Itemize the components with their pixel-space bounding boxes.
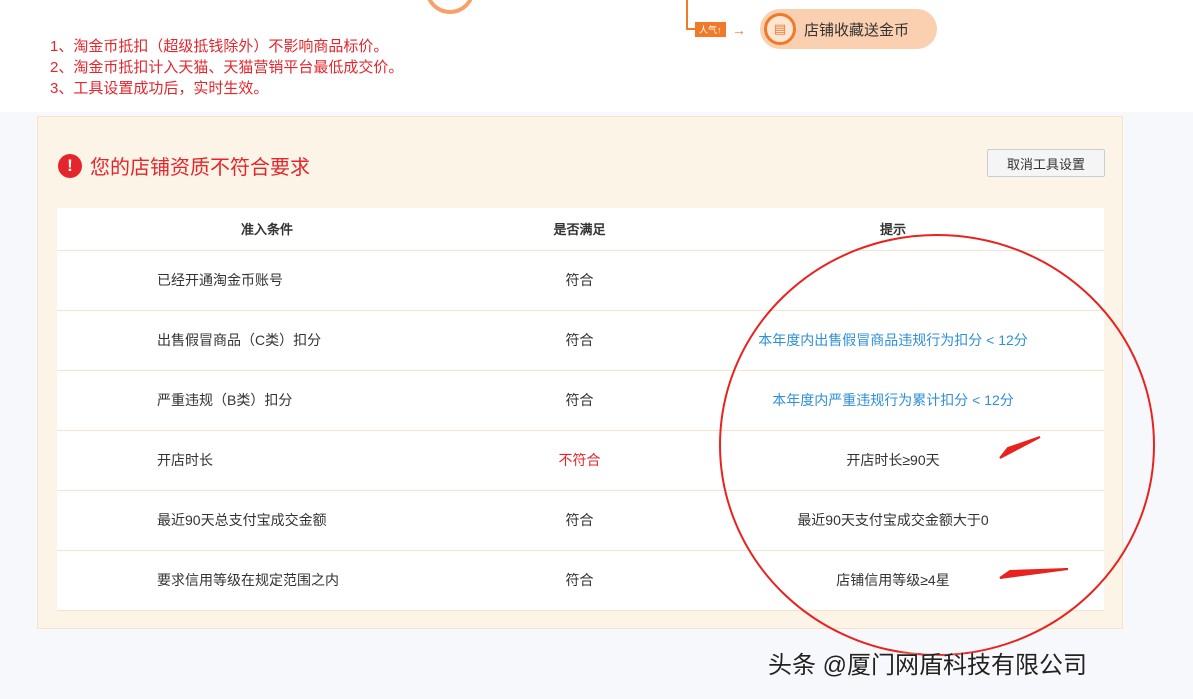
hint-cell: 本年度内出售假冒商品违规行为扣分 < 12分 <box>682 310 1104 370</box>
pill-label: 店铺收藏送金币 <box>804 19 909 40</box>
condition-cell: 要求信用等级在规定范围之内 <box>57 550 477 610</box>
note: 1、淘金币抵扣（超级抵钱除外）不影响商品标价。 <box>50 36 403 57</box>
condition-cell: 最近90天总支付宝成交金额 <box>57 490 477 550</box>
hint-cell: 开店时长≥90天 <box>682 430 1104 490</box>
shield-icon <box>425 0 475 14</box>
table-row: 出售假冒商品（C类）扣分 符合 本年度内出售假冒商品违规行为扣分 < 12分 <box>57 310 1104 370</box>
table-row: 已经开通淘金币账号 符合 <box>57 250 1104 310</box>
hint-cell: 店铺信用等级≥4星 <box>682 550 1104 610</box>
arrow-icon: → <box>732 22 746 38</box>
store-icon: ▤ <box>764 13 796 45</box>
top-area: 1、淘金币抵扣（超级抵钱除外）不影响商品标价。 2、淘金币抵扣计入天猫、天猫营销… <box>0 0 1193 112</box>
header-hint: 提示 <box>682 208 1104 250</box>
popularity-tag: 人气↑ <box>695 22 726 37</box>
table-row: 要求信用等级在规定范围之内 符合 店铺信用等级≥4星 <box>57 550 1104 610</box>
requirements-table: 准入条件 是否满足 提示 已经开通淘金币账号 符合 出售假冒商品（C类）扣分 符… <box>57 208 1104 611</box>
satisfied-cell: 符合 <box>477 310 682 370</box>
flow-line <box>686 0 688 30</box>
hint-cell: 最近90天支付宝成交金额大于0 <box>682 490 1104 550</box>
satisfied-cell: 符合 <box>477 250 682 310</box>
satisfied-cell: 符合 <box>477 370 682 430</box>
satisfied-cell: 不符合 <box>477 430 682 490</box>
warning-text: 您的店铺资质不符合要求 <box>90 151 310 180</box>
condition-cell: 出售假冒商品（C类）扣分 <box>57 310 477 370</box>
store-favorite-coins-pill: ▤ 店铺收藏送金币 <box>760 9 937 49</box>
note: 3、工具设置成功后，实时生效。 <box>50 78 403 99</box>
note: 2、淘金币抵扣计入天猫、天猫营销平台最低成交价。 <box>50 57 403 78</box>
table-row: 最近90天总支付宝成交金额 符合 最近90天支付宝成交金额大于0 <box>57 490 1104 550</box>
satisfied-cell: 符合 <box>477 490 682 550</box>
exclamation-icon: ! <box>58 154 82 178</box>
hint-cell: 本年度内严重违规行为累计扣分 < 12分 <box>682 370 1104 430</box>
qualification-panel: ! 您的店铺资质不符合要求 取消工具设置 准入条件 是否满足 提示 已经开通淘金… <box>37 116 1123 629</box>
satisfied-cell: 符合 <box>477 550 682 610</box>
watermark: 头条 @厦门网盾科技有限公司 <box>768 645 1087 680</box>
hint-cell <box>682 250 1104 310</box>
table-row: 严重违规（B类）扣分 符合 本年度内严重违规行为累计扣分 < 12分 <box>57 370 1104 430</box>
header-satisfied: 是否满足 <box>477 208 682 250</box>
condition-cell: 严重违规（B类）扣分 <box>57 370 477 430</box>
condition-cell: 开店时长 <box>57 430 477 490</box>
header-condition: 准入条件 <box>57 208 477 250</box>
condition-cell: 已经开通淘金币账号 <box>57 250 477 310</box>
cancel-tool-settings-button[interactable]: 取消工具设置 <box>987 149 1105 177</box>
warning-heading: ! 您的店铺资质不符合要求 <box>58 151 310 180</box>
table-row: 开店时长 不符合 开店时长≥90天 <box>57 430 1104 490</box>
notes: 1、淘金币抵扣（超级抵钱除外）不影响商品标价。 2、淘金币抵扣计入天猫、天猫营销… <box>50 36 403 99</box>
